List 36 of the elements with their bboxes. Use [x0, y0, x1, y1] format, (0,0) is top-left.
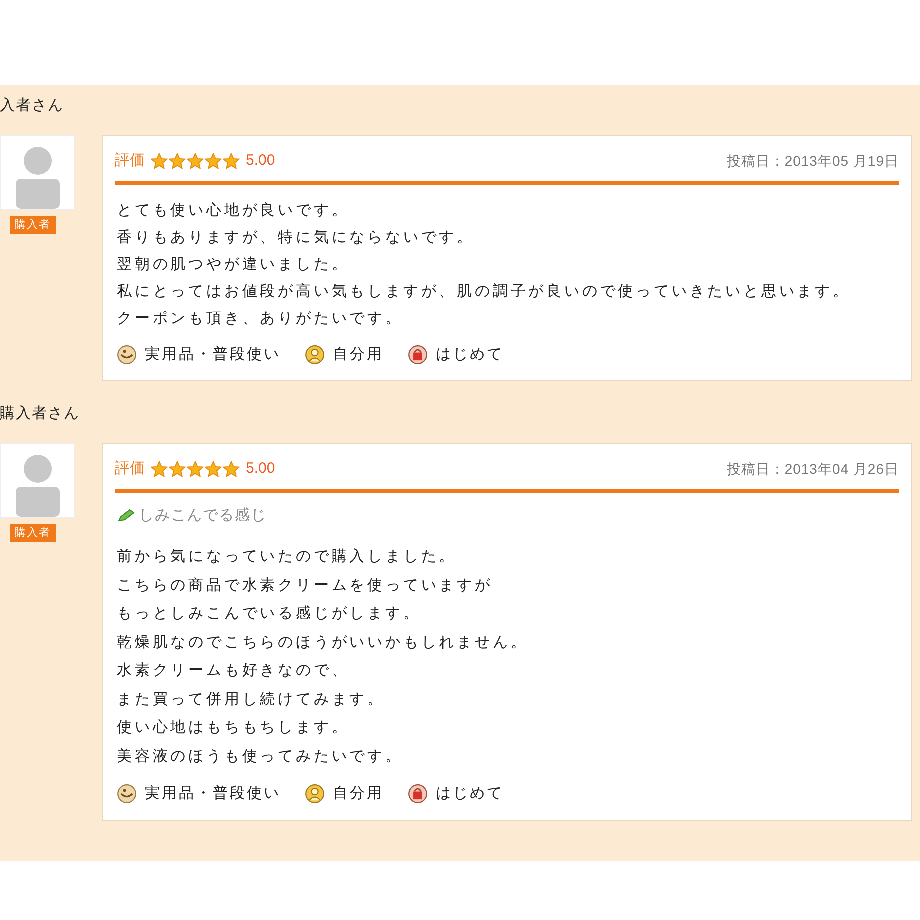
star-icon [151, 460, 168, 478]
star-icon [169, 460, 186, 478]
frequency-tag-icon [408, 344, 428, 365]
review-tag: 実用品・普段使い [145, 783, 281, 806]
rating-label: 評価 [115, 151, 145, 171]
post-date: 投稿日：2013年05 月19日 [726, 152, 899, 171]
review-tag: 自分用 [333, 344, 384, 366]
star-icon [151, 152, 168, 170]
buyer-badge: 購入者 [10, 524, 56, 542]
review-tag: はじめて [436, 783, 504, 806]
rating-score: 5.00 [246, 459, 276, 479]
review-title: しみこんでる感じ [139, 506, 267, 526]
review-text: とても使い心地が良いです。 香りもありますが、特に気にならないです。 翌朝の肌つやが違いました。 私にとってはお値段が高い気もしますが、肌の調子が良いので使っていきたいと思います。 クーポンも頂き、ありがたいです。 [117, 200, 852, 328]
star-icon [223, 152, 240, 170]
rating-label: 評価 [115, 459, 145, 479]
usage-tag-icon [117, 784, 137, 804]
star-icon [187, 460, 204, 478]
pencil-icon [117, 508, 135, 523]
reviewer-name: 入者さん [0, 96, 65, 116]
review-tag: はじめて [436, 344, 504, 366]
star-icon [169, 152, 186, 170]
recipient-tag-icon [305, 344, 325, 365]
review-text: 前から気になっていたので購入しました。 こちらの商品で水素クリームを使っていますが もっとしみこんでいる感じがします。 乾燥肌なのでこちらのほうがいいかもしれません。 水素クリームも好きなので、 また買って併用し続けてみます。 使い心地はもちもちします。 美容液のほうも使ってみたいです。 [117, 547, 530, 766]
review-tag: 自分用 [333, 783, 384, 806]
star-icon [223, 460, 240, 478]
buyer-badge: 購入者 [10, 216, 56, 234]
star-icon [205, 460, 222, 478]
frequency-tag-icon [408, 784, 428, 804]
star-icon [187, 152, 204, 170]
star-icon [205, 152, 222, 170]
recipient-tag-icon [305, 784, 325, 804]
reviewer-name: 購入者さん [0, 404, 81, 424]
review-tag: 実用品・普段使い [145, 344, 281, 366]
rating-score: 5.00 [246, 151, 276, 171]
usage-tag-icon [117, 344, 137, 365]
post-date: 投稿日：2013年04 月26日 [726, 460, 899, 479]
